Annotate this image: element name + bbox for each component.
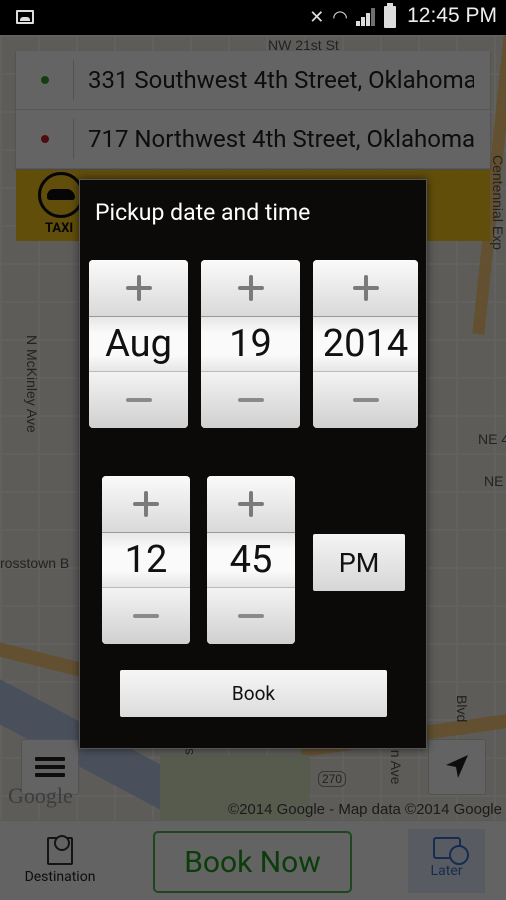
year-picker: 2014 — [313, 260, 418, 428]
pickup-address: 331 Southwest 4th Street, Oklahoma — [88, 66, 474, 94]
minus-icon — [125, 398, 152, 402]
taxi-label: TAXI — [45, 221, 74, 236]
pickup-dot-icon — [40, 76, 49, 84]
year-decrement-button[interactable] — [313, 371, 418, 428]
plus-icon — [125, 275, 152, 301]
dropoff-address-field[interactable]: 717 Northwest 4th Street, Oklahoma — [16, 110, 490, 169]
dialog-title: Pickup date and time — [95, 199, 311, 226]
year-increment-button[interactable] — [313, 260, 418, 317]
wifi-icon: ◠ — [332, 6, 348, 28]
plus-icon — [352, 275, 379, 301]
hour-increment-button[interactable] — [102, 476, 190, 533]
month-value[interactable]: Aug — [89, 317, 188, 371]
battery-icon — [384, 3, 396, 28]
month-increment-button[interactable] — [89, 260, 188, 317]
am-pm-toggle[interactable]: PM — [313, 534, 405, 591]
month-picker: Aug — [89, 260, 188, 428]
minute-decrement-button[interactable] — [207, 587, 295, 644]
pickup-datetime-dialog: Pickup date and time Aug 19 2014 12 45 P… — [79, 179, 427, 749]
destination-label: Destination — [24, 869, 96, 885]
minute-picker: 45 — [207, 476, 295, 644]
year-value[interactable]: 2014 — [313, 317, 418, 371]
day-decrement-button[interactable] — [201, 371, 300, 428]
google-logo: Google — [8, 783, 73, 808]
hour-picker: 12 — [102, 476, 190, 644]
book-button[interactable]: Book — [120, 670, 387, 717]
minute-increment-button[interactable] — [207, 476, 295, 533]
taxi-car-icon — [38, 172, 84, 218]
navigation-arrow-icon — [446, 755, 468, 778]
later-button[interactable]: Later — [408, 829, 485, 893]
dropoff-dot-icon — [40, 135, 49, 143]
mute-icon: ✕ — [309, 6, 325, 28]
day-picker: 19 — [201, 260, 300, 428]
map-label: NE 4 — [478, 431, 506, 447]
map-label: rosstown B — [0, 555, 70, 571]
minus-icon — [133, 614, 159, 618]
dropoff-address: 717 Northwest 4th Street, Oklahoma — [88, 125, 474, 153]
map-label: Centennial Exp — [490, 155, 506, 250]
month-decrement-button[interactable] — [89, 371, 188, 428]
day-increment-button[interactable] — [201, 260, 300, 317]
minus-icon — [238, 614, 264, 618]
route-shield: 270 — [318, 771, 347, 787]
status-icons: ✕ ◠ — [309, 3, 396, 28]
map-pin-icon — [47, 835, 73, 865]
map-label: NE — [484, 473, 504, 489]
map-label: Blvd — [454, 695, 470, 723]
book-now-button[interactable]: Book Now — [153, 831, 352, 893]
plus-icon — [133, 491, 159, 517]
status-bar: ✕ ◠ 12:45 PM — [0, 0, 506, 35]
hour-decrement-button[interactable] — [102, 587, 190, 644]
minus-icon — [352, 398, 379, 402]
later-label: Later — [430, 863, 463, 879]
bottom-action-bar: Destination Book Now Later — [0, 820, 506, 900]
map-copyright: ©2014 Google - Map data ©2014 Google — [228, 801, 502, 818]
day-value[interactable]: 19 — [201, 317, 300, 371]
signal-icon — [356, 8, 376, 26]
clock: 12:45 PM — [407, 4, 497, 27]
my-location-button[interactable] — [428, 739, 486, 795]
pickup-address-field[interactable]: 331 Southwest 4th Street, Oklahoma — [16, 51, 490, 110]
hamburger-menu-icon — [35, 753, 65, 781]
gallery-notification-icon — [16, 10, 34, 24]
destination-button[interactable]: Destination — [10, 829, 110, 895]
plus-icon — [238, 491, 264, 517]
minute-value[interactable]: 45 — [207, 533, 295, 587]
route-card: 331 Southwest 4th Street, Oklahoma 717 N… — [16, 51, 490, 169]
map-label: N McKinley Ave — [24, 335, 40, 433]
calendar-clock-icon — [432, 837, 469, 865]
hour-value[interactable]: 12 — [102, 533, 190, 587]
minus-icon — [237, 398, 264, 402]
plus-icon — [237, 275, 264, 301]
